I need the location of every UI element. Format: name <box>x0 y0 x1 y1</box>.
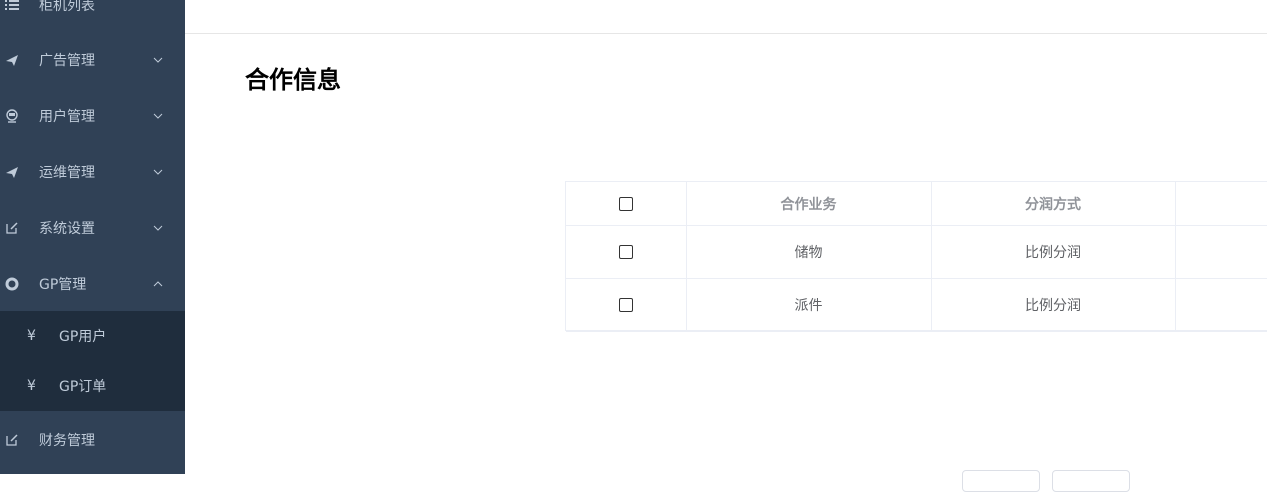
sidebar-item-cabinet-list[interactable]: 柜机列表 <box>0 0 185 33</box>
gp-submenu: ¥ GP用户 ¥ GP订单 <box>0 311 185 411</box>
sidebar-item-label: 系统设置 <box>39 221 95 237</box>
sidebar-item-label: 运维管理 <box>39 165 95 181</box>
footer-button[interactable] <box>962 470 1040 492</box>
list-icon <box>5 0 19 12</box>
chevron-down-icon <box>153 57 163 63</box>
select-all-checkbox[interactable] <box>618 196 633 211</box>
edit-icon <box>5 433 19 447</box>
page-title: 合作信息 <box>245 66 341 94</box>
sidebar-subitem-label: GP订单 <box>59 379 107 395</box>
sidebar-item-label: 柜机列表 <box>39 0 95 14</box>
sidebar-subitem-label: GP用户 <box>59 329 107 345</box>
table-header-row: 合作业务 分润方式 <box>566 182 1267 226</box>
business-cell: 派件 <box>686 278 932 332</box>
sidebar-item-gp[interactable]: GP管理 <box>0 256 185 312</box>
cooperation-table: 合作业务 分润方式 储物 比例分润 派件 比例分润 <box>565 181 1267 332</box>
sidebar: 柜机列表 广告管理 用户管理 运维管理 系统设置 GP管理 ¥ GP用户 ¥ G… <box>0 0 185 474</box>
chevron-down-icon <box>153 169 163 175</box>
yen-icon: ¥ <box>27 328 36 344</box>
paper-plane-icon <box>5 53 19 67</box>
sidebar-item-finance[interactable]: 财务管理 <box>0 412 185 468</box>
column-header <box>1175 182 1267 226</box>
chevron-up-icon <box>153 281 163 287</box>
sidebar-item-label: 财务管理 <box>39 433 95 449</box>
sidebar-item-label: 广告管理 <box>39 53 95 69</box>
sidebar-item-label: 用户管理 <box>39 109 95 125</box>
sidebar-item-ads[interactable]: 广告管理 <box>0 32 185 88</box>
sidebar-item-operations[interactable]: 运维管理 <box>0 144 185 200</box>
chevron-down-icon <box>153 113 163 119</box>
select-cell <box>566 278 687 332</box>
top-bar <box>185 0 1267 34</box>
action-cell <box>1175 278 1267 332</box>
method-cell: 比例分润 <box>931 225 1176 279</box>
action-cell <box>1175 225 1267 279</box>
row-checkbox[interactable] <box>618 245 633 259</box>
select-cell <box>566 225 687 279</box>
chevron-down-icon <box>153 225 163 231</box>
select-all-cell <box>566 182 687 226</box>
row-checkbox[interactable] <box>618 298 633 312</box>
table-row: 派件 比例分润 <box>566 278 1267 332</box>
sidebar-subitem-gp-users[interactable]: ¥ GP用户 <box>0 311 185 361</box>
paper-plane-icon <box>5 165 19 179</box>
sidebar-item-users[interactable]: 用户管理 <box>0 88 185 144</box>
sidebar-subitem-gp-orders[interactable]: ¥ GP订单 <box>0 361 185 411</box>
column-header: 合作业务 <box>686 182 932 226</box>
column-header: 分润方式 <box>931 182 1176 226</box>
lifebuoy-icon <box>5 277 19 291</box>
sidebar-item-settings[interactable]: 系统设置 <box>0 200 185 256</box>
edit-icon <box>5 221 19 235</box>
sidebar-item-label: GP管理 <box>39 277 87 293</box>
method-cell: 比例分润 <box>931 278 1176 332</box>
table-row: 储物 比例分润 <box>566 225 1267 279</box>
footer-button[interactable] <box>1052 470 1130 492</box>
user-icon <box>5 109 19 123</box>
business-cell: 储物 <box>686 225 932 279</box>
yen-icon: ¥ <box>27 378 36 394</box>
